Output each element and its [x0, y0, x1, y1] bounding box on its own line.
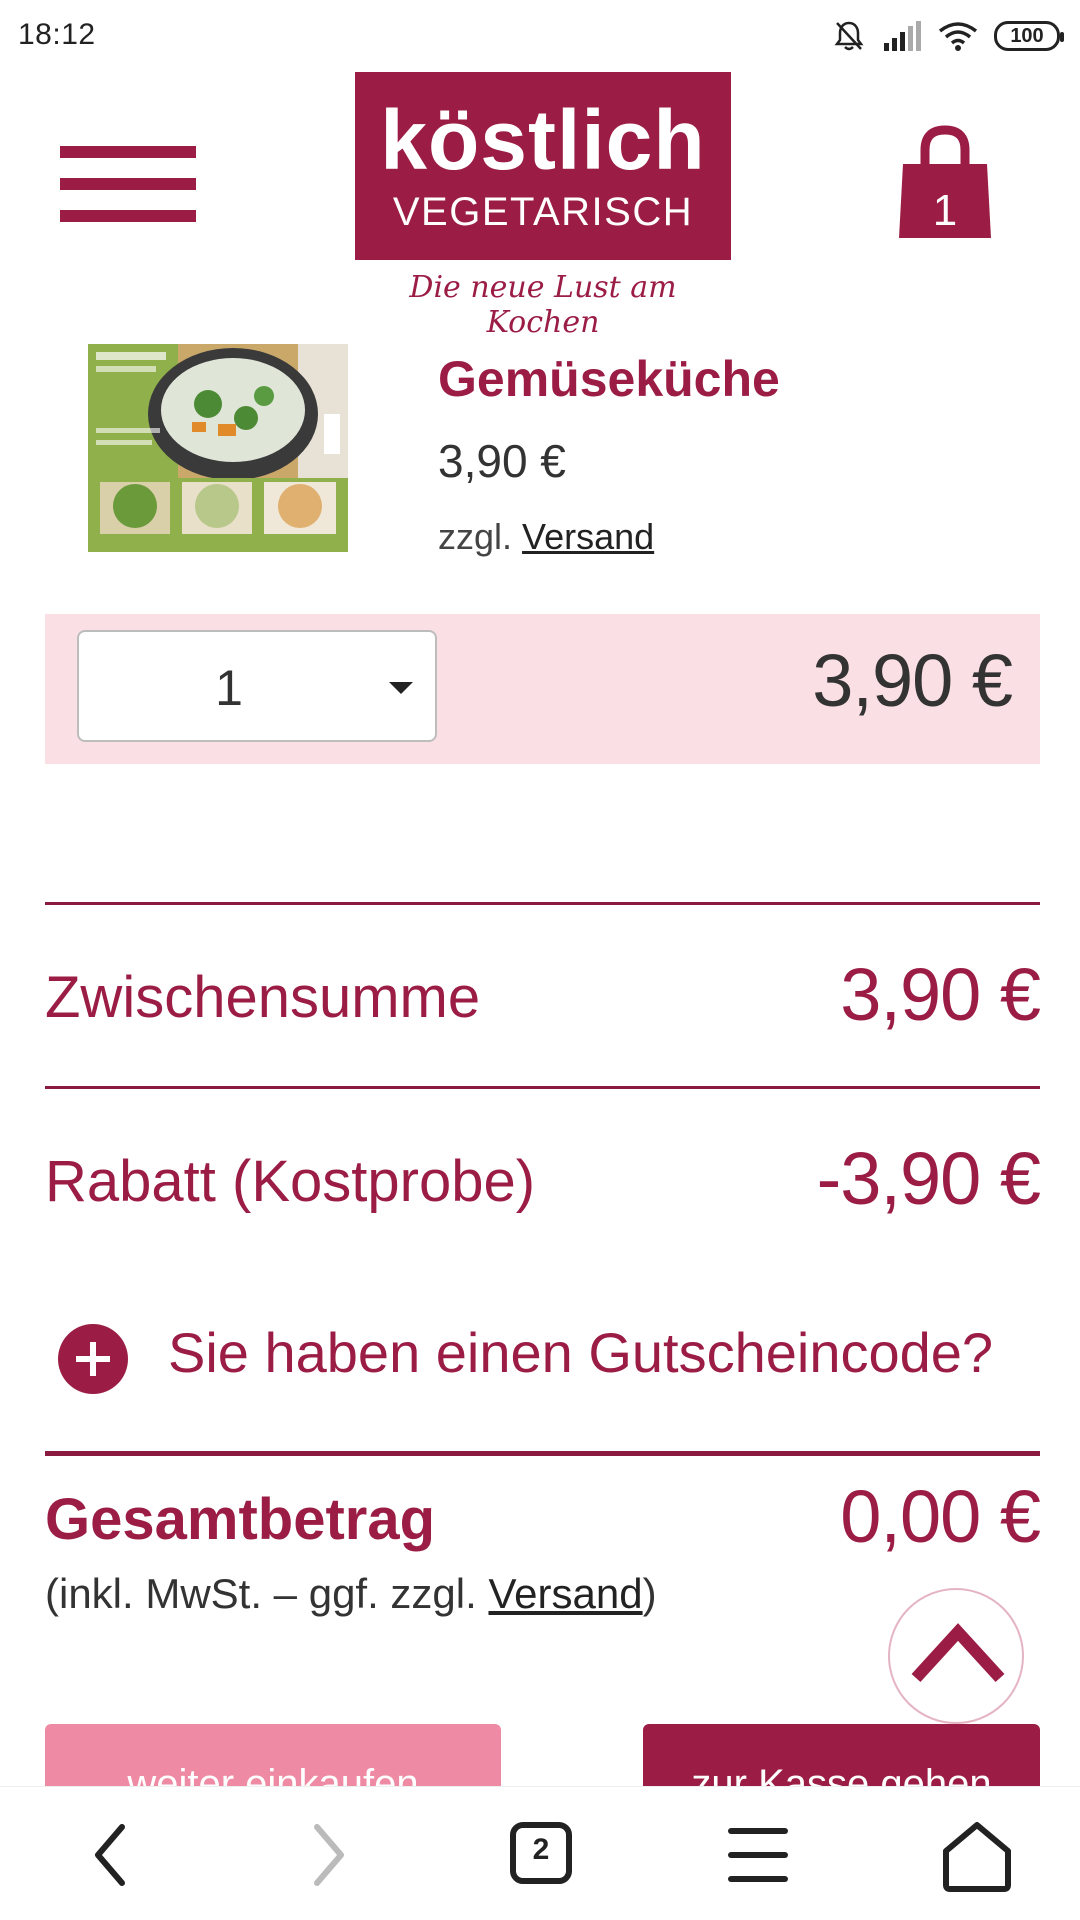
product-image[interactable] [88, 344, 348, 552]
logo-main-text: köstlich [380, 93, 706, 187]
line-total: 3,90 € [812, 639, 1013, 722]
product-name[interactable]: Gemüseküche [438, 350, 780, 408]
coupon-toggle[interactable]: Sie haben einen Gutscheincode? [58, 1320, 1038, 1410]
site-logo[interactable]: köstlich VEGETARISCH [355, 72, 731, 260]
home-button[interactable] [932, 1815, 1022, 1895]
divider [45, 1451, 1040, 1456]
quantity-row: 1 3,90 € [45, 614, 1040, 764]
discount-label: Rabatt (Kostprobe) [45, 1149, 536, 1214]
total-label: Gesamtbetrag [45, 1487, 436, 1552]
tabs-button[interactable]: 2 [496, 1815, 586, 1895]
menu-hamburger-icon[interactable] [60, 146, 196, 226]
dropdown-caret-icon [389, 682, 413, 694]
status-icons: 100 [832, 16, 1064, 56]
scroll-to-top-button[interactable] [888, 1588, 1024, 1724]
product-shipping-note: zzgl. Versand [438, 516, 654, 558]
forward-button[interactable] [283, 1815, 373, 1895]
discount-value: -3,90 € [816, 1137, 1041, 1220]
browser-nav-bar: 2 [0, 1786, 1080, 1920]
quantity-value: 1 [215, 660, 243, 716]
logo-slogan: Die neue Lust am Kochen [409, 270, 677, 340]
chevron-left-icon [95, 1824, 125, 1886]
browser-menu-button[interactable] [713, 1815, 803, 1895]
tab-count: 2 [532, 1833, 550, 1866]
total-note-prefix: (inkl. MwSt. – ggf. zzgl. [45, 1570, 489, 1617]
shipping-link[interactable]: Versand [522, 516, 654, 557]
cart-count: 1 [932, 186, 958, 235]
chevron-right-icon [314, 1824, 344, 1886]
back-button[interactable] [64, 1815, 154, 1895]
shipping-prefix: zzgl. [438, 516, 513, 557]
subtotal-value: 3,90 € [840, 953, 1041, 1036]
coupon-label: Sie haben einen Gutscheincode? [168, 1321, 994, 1384]
cart-button[interactable]: 1 [895, 120, 995, 244]
logo-sub-text: VEGETARISCH [392, 190, 694, 234]
chevron-up-icon [911, 1623, 1005, 1683]
subtotal-label: Zwischensumme [45, 965, 481, 1030]
plus-circle-icon [58, 1324, 128, 1394]
status-bar: 18:12 100 [0, 0, 1080, 72]
total-note-suffix: ) [642, 1570, 657, 1617]
total-value: 0,00 € [840, 1475, 1041, 1558]
quantity-select[interactable]: 1 [77, 630, 437, 742]
status-time: 18:12 [18, 18, 96, 51]
battery-icon: 100 [994, 21, 1064, 51]
total-shipping-link[interactable]: Versand [488, 1570, 642, 1617]
divider [45, 902, 1040, 905]
divider [45, 1086, 1040, 1089]
signal-icon [884, 21, 921, 51]
home-icon [943, 1822, 1011, 1892]
bell-off-icon [834, 21, 864, 51]
menu-icon [728, 1828, 788, 1882]
total-note: (inkl. MwSt. – ggf. zzgl. Versand) [45, 1570, 657, 1618]
product-price: 3,90 € [438, 435, 566, 487]
wifi-icon [938, 22, 978, 51]
site-header: köstlich VEGETARISCH Die neue Lust am Ko… [0, 72, 1080, 340]
